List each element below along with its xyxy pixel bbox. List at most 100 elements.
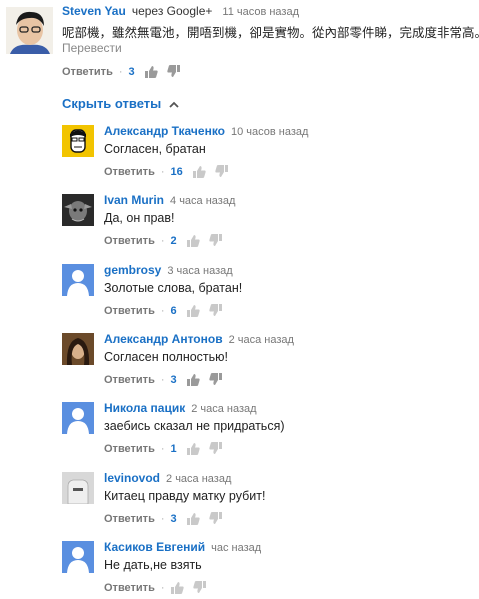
- comment-actions: Ответить · 3: [104, 512, 231, 525]
- separator: ·: [160, 581, 165, 594]
- thumb-up-icon[interactable]: [192, 165, 206, 178]
- comment-actions: Ответить · 2: [104, 234, 231, 247]
- avatar[interactable]: [62, 402, 94, 434]
- timestamp[interactable]: 2 часа назад: [191, 403, 256, 415]
- comment-text: Да, он прав!: [104, 211, 175, 225]
- reply-button[interactable]: Ответить: [104, 513, 155, 525]
- thumb-up-icon[interactable]: [186, 373, 200, 386]
- comment-header: Steven Yau через Google+ 11 часов назад: [62, 4, 299, 18]
- author-name[interactable]: Касиков Евгений: [104, 540, 205, 554]
- reply-button[interactable]: Ответить: [104, 235, 155, 247]
- comment-actions: Ответить · 16: [104, 165, 237, 178]
- thumb-down-icon[interactable]: [166, 65, 180, 78]
- avatar-photo: [62, 333, 94, 365]
- separator: ·: [160, 165, 165, 178]
- translate-link[interactable]: Перевести: [62, 41, 122, 55]
- separator: ·: [160, 234, 165, 247]
- comment-text: Золотые слова, братан!: [104, 281, 243, 295]
- comment-actions: Ответить · 3: [62, 65, 189, 78]
- author-name[interactable]: gembrosy: [104, 263, 161, 277]
- hide-replies-toggle[interactable]: Скрыть ответы: [62, 96, 179, 111]
- comment-header: Александр Ткаченко 10 часов назад: [104, 124, 308, 138]
- comment-text: заебись сказал не придраться): [104, 419, 285, 433]
- comment-header: Ivan Murin 4 часа назад: [104, 193, 235, 207]
- source-label: через Google+: [131, 4, 213, 18]
- reply-button[interactable]: Ответить: [104, 305, 155, 317]
- avatar[interactable]: [62, 472, 94, 504]
- comment-header: levinovod 2 часа назад: [104, 471, 231, 485]
- thumb-down-icon[interactable]: [208, 234, 222, 247]
- thumb-up-icon[interactable]: [170, 581, 184, 594]
- author-name[interactable]: Александр Антонов: [104, 332, 223, 346]
- comment-text: Не дать,не взять: [104, 558, 202, 572]
- comment-actions: Ответить · 6: [104, 304, 231, 317]
- comment-text: 呢部機，雖然無電池，開唔到機，卻是實物。從內部零件睇，完成度非常高。: [62, 26, 479, 40]
- toggle-label: Скрыть ответы: [62, 96, 162, 111]
- separator: ·: [160, 442, 165, 455]
- avatar[interactable]: [62, 264, 94, 296]
- author-name[interactable]: Никола пацик: [104, 401, 185, 415]
- avatar-photo: [62, 125, 94, 157]
- comment-header: Александр Антонов 2 часа назад: [104, 332, 294, 346]
- like-count: 6: [170, 304, 177, 317]
- thumb-down-icon[interactable]: [208, 373, 222, 386]
- like-count: 3: [170, 512, 177, 525]
- reply-button[interactable]: Ответить: [104, 374, 155, 386]
- separator: ·: [160, 512, 165, 525]
- thumb-up-icon[interactable]: [186, 512, 200, 525]
- avatar[interactable]: [6, 7, 53, 54]
- avatar-photo: [62, 194, 94, 226]
- thumb-up-icon[interactable]: [186, 234, 200, 247]
- comment-header: gembrosy 3 часа назад: [104, 263, 233, 277]
- like-count: 3: [128, 65, 135, 78]
- timestamp[interactable]: 2 часа назад: [229, 334, 294, 346]
- thumb-up-icon[interactable]: [186, 442, 200, 455]
- comment-actions: Ответить ·: [104, 581, 215, 594]
- avatar[interactable]: [62, 541, 94, 573]
- thumb-down-icon[interactable]: [192, 581, 206, 594]
- comment-actions: Ответить · 3: [104, 373, 231, 386]
- reply-button[interactable]: Ответить: [104, 443, 155, 455]
- author-name[interactable]: Steven Yau: [62, 4, 126, 18]
- thumb-down-icon[interactable]: [215, 165, 228, 178]
- comment-header: Никола пацик 2 часа назад: [104, 401, 257, 415]
- default-avatar-icon: [62, 541, 94, 573]
- reply-button[interactable]: Ответить: [104, 582, 155, 594]
- thumb-down-icon[interactable]: [208, 304, 222, 317]
- timestamp[interactable]: 4 часа назад: [170, 195, 235, 207]
- timestamp[interactable]: час назад: [211, 542, 261, 554]
- author-name[interactable]: levinovod: [104, 471, 160, 485]
- default-avatar-icon: [62, 402, 94, 434]
- timestamp[interactable]: 2 часа назад: [166, 473, 231, 485]
- comment-text: Согласен, братан: [104, 142, 206, 156]
- default-avatar-icon: [62, 264, 94, 296]
- avatar[interactable]: [62, 125, 94, 157]
- avatar[interactable]: [62, 333, 94, 365]
- separator: ·: [160, 304, 165, 317]
- like-count: 3: [170, 373, 177, 386]
- author-name[interactable]: Ivan Murin: [104, 193, 164, 207]
- thumb-down-icon[interactable]: [208, 442, 222, 455]
- avatar-photo: [62, 472, 94, 504]
- reply-button[interactable]: Ответить: [62, 66, 113, 78]
- thumb-up-icon[interactable]: [186, 304, 200, 317]
- thumb-down-icon[interactable]: [208, 512, 222, 525]
- timestamp[interactable]: 3 часа назад: [167, 265, 232, 277]
- chevron-up-icon: [169, 96, 179, 111]
- reply-button[interactable]: Ответить: [104, 166, 155, 178]
- comment-text: Согласен полностью!: [104, 350, 229, 364]
- like-count: 1: [170, 442, 177, 455]
- separator: ·: [118, 65, 123, 78]
- separator: ·: [160, 373, 165, 386]
- comment-header: Касиков Евгений час назад: [104, 540, 261, 554]
- comment-actions: Ответить · 1: [104, 442, 231, 455]
- like-count: 2: [170, 234, 177, 247]
- timestamp[interactable]: 11 часов назад: [222, 6, 299, 18]
- avatar-photo: [6, 7, 53, 54]
- thumb-up-icon[interactable]: [144, 65, 158, 78]
- like-count: 16: [170, 165, 183, 178]
- author-name[interactable]: Александр Ткаченко: [104, 124, 225, 138]
- timestamp[interactable]: 10 часов назад: [231, 126, 308, 138]
- comment-text: Китаец правду матку рубит!: [104, 489, 266, 503]
- avatar[interactable]: [62, 194, 94, 226]
